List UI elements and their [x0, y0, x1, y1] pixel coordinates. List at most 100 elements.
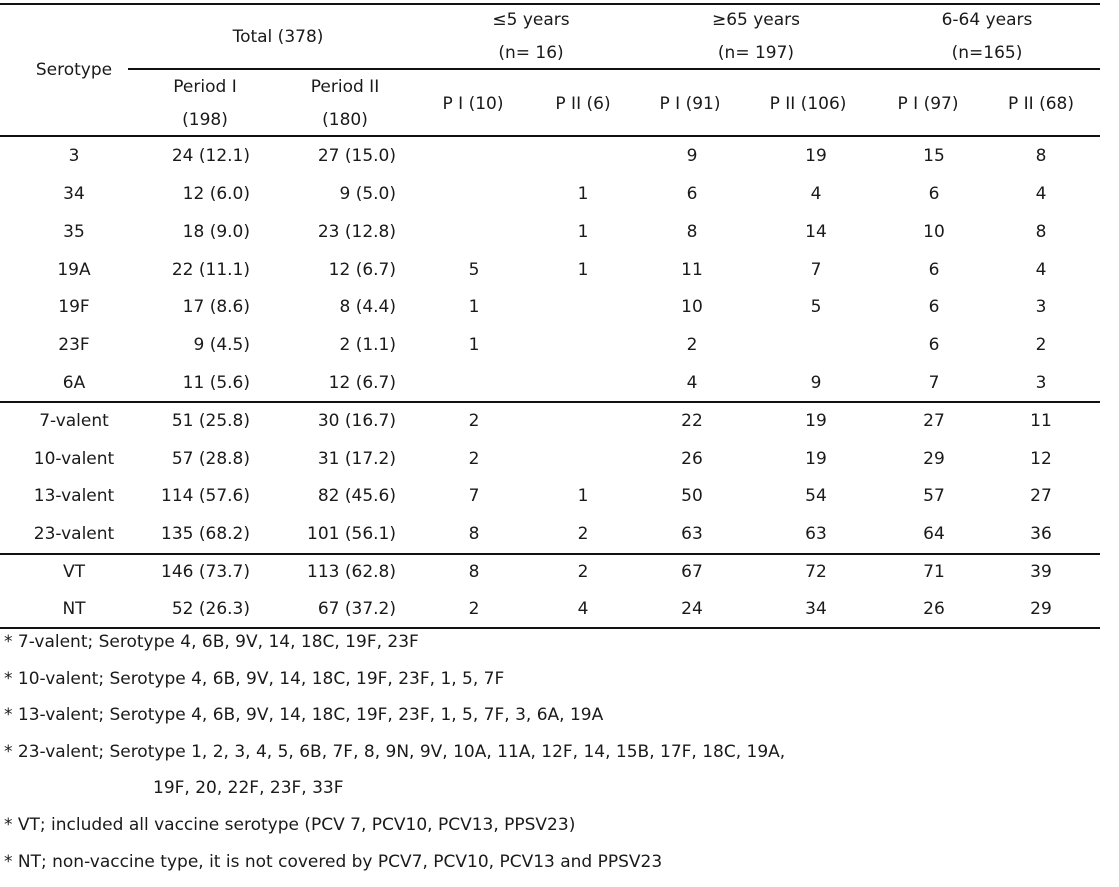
- cell-age-o65-p2: 7: [810, 260, 822, 280]
- group-header-under5-n: (n= 16): [498, 43, 564, 63]
- footnote: 19F, 20, 22F, 23F, 33F: [153, 778, 344, 798]
- cell-age-o65-p1: 6: [686, 184, 698, 204]
- cell-period1: 146 (73.7): [161, 562, 250, 582]
- cell-age-mid-p2: 4: [1035, 260, 1047, 280]
- row-label: 35: [63, 222, 85, 242]
- cell-period2: 113 (62.8): [307, 562, 396, 582]
- subheader-p2: P II (68): [1008, 94, 1074, 114]
- group-header-6to64-n: (n=165): [951, 43, 1023, 63]
- subheader-p1: P I (91): [659, 94, 721, 114]
- cell-age-u5-p2: 1: [577, 184, 589, 204]
- table-top-rule: [0, 3, 1100, 5]
- row-label: 13-valent: [33, 486, 115, 506]
- cell-period1: 17 (8.6): [182, 297, 250, 317]
- table-bottom-rule: [0, 627, 1100, 629]
- cell-period1: 114 (57.6): [161, 486, 250, 506]
- cell-age-mid-p1: 6: [928, 335, 940, 355]
- cell-period2: 12 (6.7): [328, 260, 396, 280]
- row-label: 19A: [57, 260, 91, 280]
- cell-age-o65-p2: 72: [805, 562, 827, 582]
- group-header-rule: [128, 68, 1100, 70]
- cell-age-o65-p1: 26: [681, 449, 703, 469]
- cell-period1: 22 (11.1): [171, 260, 250, 280]
- row-label: 23F: [58, 335, 90, 355]
- cell-period2: 31 (17.2): [317, 449, 396, 469]
- footnote: * 10-valent; Serotype 4, 6B, 9V, 14, 18C…: [4, 669, 505, 689]
- cell-age-u5-p2: 1: [577, 486, 589, 506]
- cell-period1: 18 (9.0): [182, 222, 250, 242]
- cell-period2: 2 (1.1): [339, 335, 396, 355]
- cell-age-o65-p2: 4: [810, 184, 822, 204]
- group-header-over65: ≥65 years: [711, 10, 801, 30]
- cell-age-u5-p1: 2: [468, 599, 480, 619]
- subheader-period1: Period I: [173, 77, 237, 97]
- cell-age-u5-p1: 2: [468, 411, 480, 431]
- cell-age-mid-p1: 29: [923, 449, 945, 469]
- row-label: 19F: [58, 297, 90, 317]
- cell-age-u5-p1: 8: [468, 524, 480, 544]
- cell-period1: 12 (6.0): [182, 184, 250, 204]
- cell-age-mid-p1: 6: [928, 260, 940, 280]
- cell-period2: 23 (12.8): [317, 222, 396, 242]
- cell-age-u5-p1: 1: [468, 335, 480, 355]
- cell-age-o65-p1: 63: [681, 524, 703, 544]
- serotype-section-rule: [0, 401, 1100, 403]
- subheader-period2: Period II: [310, 77, 380, 97]
- footnote: * VT; included all vaccine serotype (PCV…: [4, 815, 576, 835]
- footnote: * 7-valent; Serotype 4, 6B, 9V, 14, 18C,…: [4, 632, 419, 652]
- footnote: * 13-valent; Serotype 4, 6B, 9V, 14, 18C…: [4, 705, 604, 725]
- cell-age-mid-p2: 29: [1030, 599, 1052, 619]
- row-label: VT: [62, 562, 85, 582]
- row-header-serotype: Serotype: [35, 60, 113, 80]
- cell-age-o65-p2: 34: [805, 599, 827, 619]
- cell-age-mid-p2: 3: [1035, 297, 1047, 317]
- cell-age-u5-p1: 7: [468, 486, 480, 506]
- cell-age-u5-p2: 1: [577, 260, 589, 280]
- cell-age-o65-p1: 67: [681, 562, 703, 582]
- cell-period1: 135 (68.2): [161, 524, 250, 544]
- cell-age-mid-p2: 36: [1030, 524, 1052, 544]
- cell-age-mid-p2: 11: [1030, 411, 1052, 431]
- cell-age-mid-p1: 7: [928, 373, 940, 393]
- cell-age-u5-p1: 8: [468, 562, 480, 582]
- cell-age-o65-p2: 19: [805, 146, 827, 166]
- subheader-p2: P II (106): [769, 94, 847, 114]
- cell-age-mid-p1: 64: [923, 524, 945, 544]
- cell-age-mid-p1: 57: [923, 486, 945, 506]
- cell-age-mid-p1: 27: [923, 411, 945, 431]
- cell-period2: 9 (5.0): [339, 184, 396, 204]
- cell-age-u5-p2: 4: [577, 599, 589, 619]
- cell-age-mid-p2: 3: [1035, 373, 1047, 393]
- cell-age-mid-p2: 27: [1030, 486, 1052, 506]
- cell-period2: 12 (6.7): [328, 373, 396, 393]
- cell-age-u5-p1: 2: [468, 449, 480, 469]
- cell-age-o65-p2: 19: [805, 449, 827, 469]
- cell-period1: 57 (28.8): [171, 449, 250, 469]
- cell-age-u5-p2: 2: [577, 562, 589, 582]
- subheader-p1: P I (97): [897, 94, 959, 114]
- cell-age-o65-p1: 10: [681, 297, 703, 317]
- cell-age-o65-p2: 19: [805, 411, 827, 431]
- row-label: 3: [68, 146, 80, 166]
- cell-period1: 52 (26.3): [171, 599, 250, 619]
- cell-period2: 101 (56.1): [307, 524, 396, 544]
- group-header-under5: ≤5 years: [492, 10, 570, 30]
- cell-age-o65-p2: 14: [805, 222, 827, 242]
- cell-age-o65-p1: 50: [681, 486, 703, 506]
- cell-age-mid-p1: 15: [923, 146, 945, 166]
- row-label: 34: [63, 184, 85, 204]
- cell-age-mid-p1: 6: [928, 297, 940, 317]
- row-label: NT: [62, 599, 86, 619]
- cell-age-mid-p2: 39: [1030, 562, 1052, 582]
- cell-period2: 8 (4.4): [339, 297, 396, 317]
- subheader-period1-n: (198): [182, 110, 228, 130]
- group-header-total: Total (378): [232, 27, 324, 47]
- cell-age-o65-p1: 2: [686, 335, 698, 355]
- cell-period2: 27 (15.0): [317, 146, 396, 166]
- cell-age-o65-p2: 54: [805, 486, 827, 506]
- cell-age-o65-p2: 63: [805, 524, 827, 544]
- cell-age-u5-p2: 2: [577, 524, 589, 544]
- cell-age-u5-p1: 5: [468, 260, 480, 280]
- cell-age-mid-p2: 8: [1035, 222, 1047, 242]
- cell-period1: 11 (5.6): [182, 373, 250, 393]
